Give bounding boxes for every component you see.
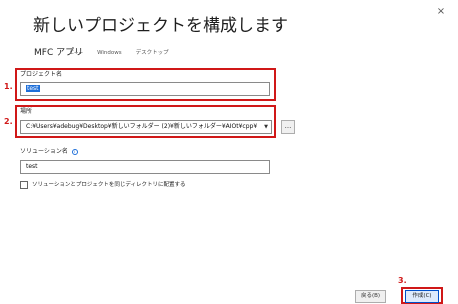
same-directory-label: ソリューションとプロジェクトを同じディレクトリに配置する bbox=[32, 182, 186, 188]
solution-name-label: ソリューション名 i bbox=[20, 148, 78, 156]
browse-button[interactable]: ... bbox=[281, 120, 295, 134]
step-2-marker: 2. bbox=[4, 117, 13, 126]
tag-language: C++ bbox=[70, 50, 84, 56]
same-directory-checkbox[interactable] bbox=[20, 181, 28, 189]
create-button[interactable]: 作成(C) bbox=[405, 290, 439, 303]
highlight-box-project-name bbox=[15, 68, 276, 101]
info-icon[interactable]: i bbox=[71, 148, 78, 155]
project-tags: C++ Windows デスクトップ bbox=[70, 49, 169, 57]
page-title: 新しいプロジェクトを構成します bbox=[33, 16, 288, 36]
step-1-marker: 1. bbox=[4, 82, 13, 91]
back-button[interactable]: 戻る(B) bbox=[355, 290, 386, 303]
highlight-box-location bbox=[15, 105, 276, 138]
tag-project-kind: デスクトップ bbox=[135, 50, 169, 56]
solution-name-label-text: ソリューション名 bbox=[20, 148, 68, 155]
solution-name-input[interactable]: test bbox=[20, 160, 270, 174]
solution-name-value: test bbox=[26, 163, 38, 170]
step-3-marker: 3. bbox=[398, 276, 407, 285]
tag-platform: Windows bbox=[97, 50, 122, 56]
close-icon[interactable]: × bbox=[434, 5, 448, 19]
